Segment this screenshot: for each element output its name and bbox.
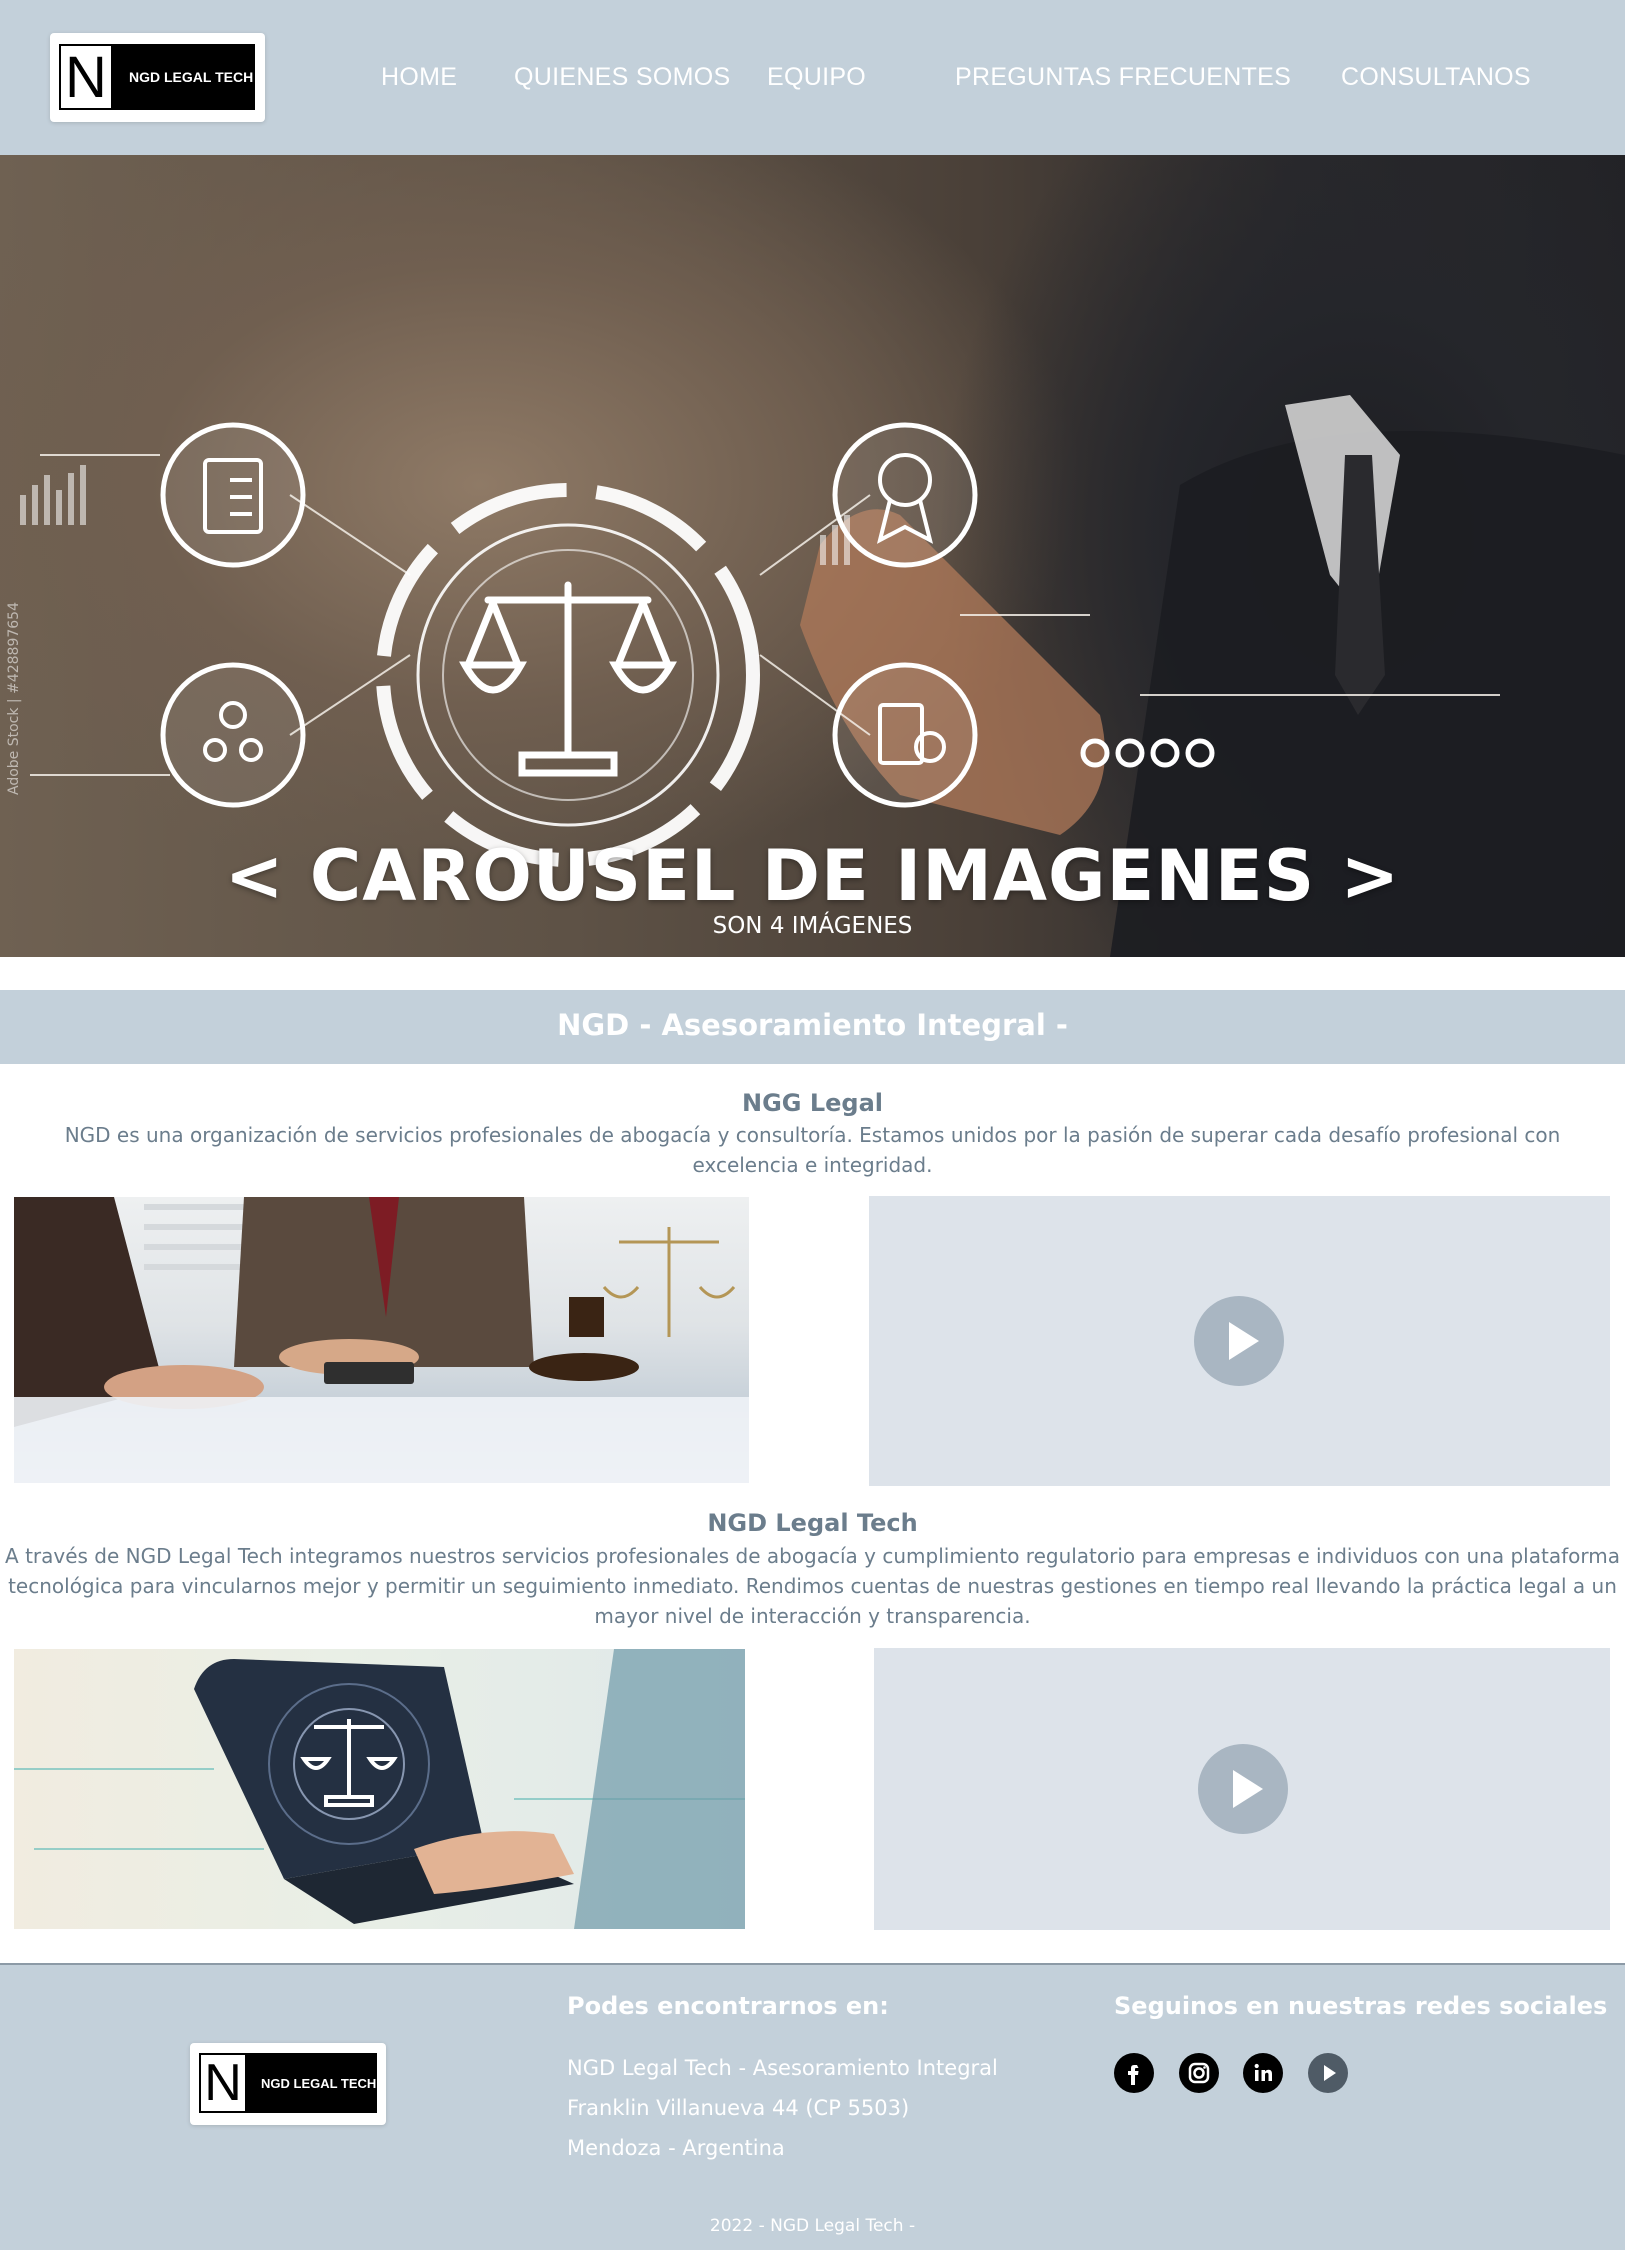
play-icon[interactable] (1194, 1296, 1284, 1386)
section-banner: NGD - Asesoramiento Integral - (0, 990, 1625, 1064)
carousel-title[interactable]: < CAROUSEL DE IMAGENES > (0, 835, 1625, 917)
site-footer: N NGD LEGAL TECH Podes encontrarnos en: … (0, 1963, 1625, 2250)
section-title: NGD - Asesoramiento Integral - (557, 1008, 1068, 1042)
instagram-icon[interactable] (1179, 2053, 1219, 2093)
site-header: N NGD LEGAL TECH HOME QUIENES SOMOS EQUI… (0, 0, 1625, 155)
carousel-subtitle: SON 4 IMÁGENES (712, 913, 913, 939)
copyright: 2022 - NGD Legal Tech - (709, 2216, 916, 2236)
nav-quienes-somos[interactable]: QUIENES SOMOS (514, 63, 730, 92)
footer-logo-letter: N (199, 2053, 247, 2113)
block2-title: NGD Legal Tech (707, 1509, 918, 1537)
block1-title: NGG Legal (741, 1089, 883, 1117)
stock-watermark: Adobe Stock | #428897654 (6, 602, 22, 795)
youtube-icon[interactable] (1308, 2053, 1348, 2093)
hero-carousel[interactable]: Adobe Stock | #428897654 < CAROUSEL DE I… (0, 155, 1625, 957)
block2-text: A través de NGD Legal Tech integramos nu… (5, 1544, 1620, 1628)
legal-meeting-photo (14, 1197, 749, 1483)
logo-letter: N (59, 44, 113, 110)
social-title: Seguinos en nuestras redes sociales (1114, 1992, 1608, 2020)
footer-logo-text: NGD LEGAL TECH (261, 2075, 377, 2091)
find-us-line-2: Franklin Villanueva 44 (CP 5503) (567, 2096, 910, 2120)
logo-text: NGD LEGAL TECH (129, 69, 254, 85)
find-us-line-1: NGD Legal Tech - Asesoramiento Integral (567, 2056, 998, 2080)
block1-text: NGD es una organización de servicios pro… (64, 1123, 1561, 1177)
legal-meeting-illustration (14, 1197, 749, 1483)
footer-logo[interactable]: N NGD LEGAL TECH (190, 2043, 386, 2125)
header-logo[interactable]: N NGD LEGAL TECH (50, 33, 265, 122)
laptop-legal-photo (14, 1649, 745, 1929)
laptop-legal-illustration (14, 1649, 745, 1929)
facebook-icon[interactable] (1114, 2053, 1154, 2093)
play-icon[interactable] (1198, 1744, 1288, 1834)
find-us-line-3: Mendoza - Argentina (567, 2136, 785, 2160)
nav-preguntas-frecuentes[interactable]: PREGUNTAS FRECUENTES (955, 63, 1291, 92)
nav-equipo[interactable]: EQUIPO (767, 63, 866, 92)
nav-consultanos[interactable]: CONSULTANOS (1341, 63, 1531, 92)
video-player-1[interactable] (869, 1196, 1610, 1486)
find-us-title: Podes encontrarnos en: (567, 1992, 889, 2020)
video-player-2[interactable] (874, 1648, 1610, 1930)
nav-home[interactable]: HOME (381, 63, 457, 92)
linkedin-icon[interactable] (1243, 2053, 1283, 2093)
